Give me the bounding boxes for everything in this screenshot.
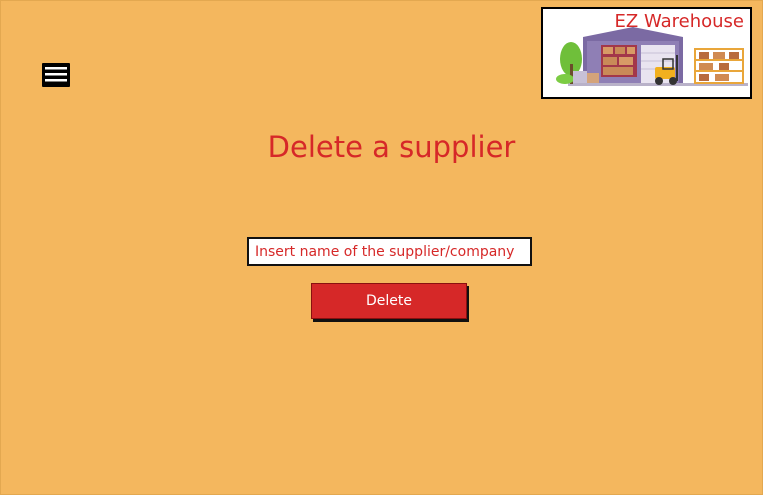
supplier-name-input[interactable] xyxy=(247,237,532,266)
logo-text: EZ Warehouse xyxy=(614,11,744,32)
hamburger-menu-icon[interactable] xyxy=(40,60,72,88)
warehouse-logo: EZ Warehouse xyxy=(541,7,752,99)
delete-button[interactable]: Delete xyxy=(311,283,467,319)
page-title: Delete a supplier xyxy=(267,130,516,164)
